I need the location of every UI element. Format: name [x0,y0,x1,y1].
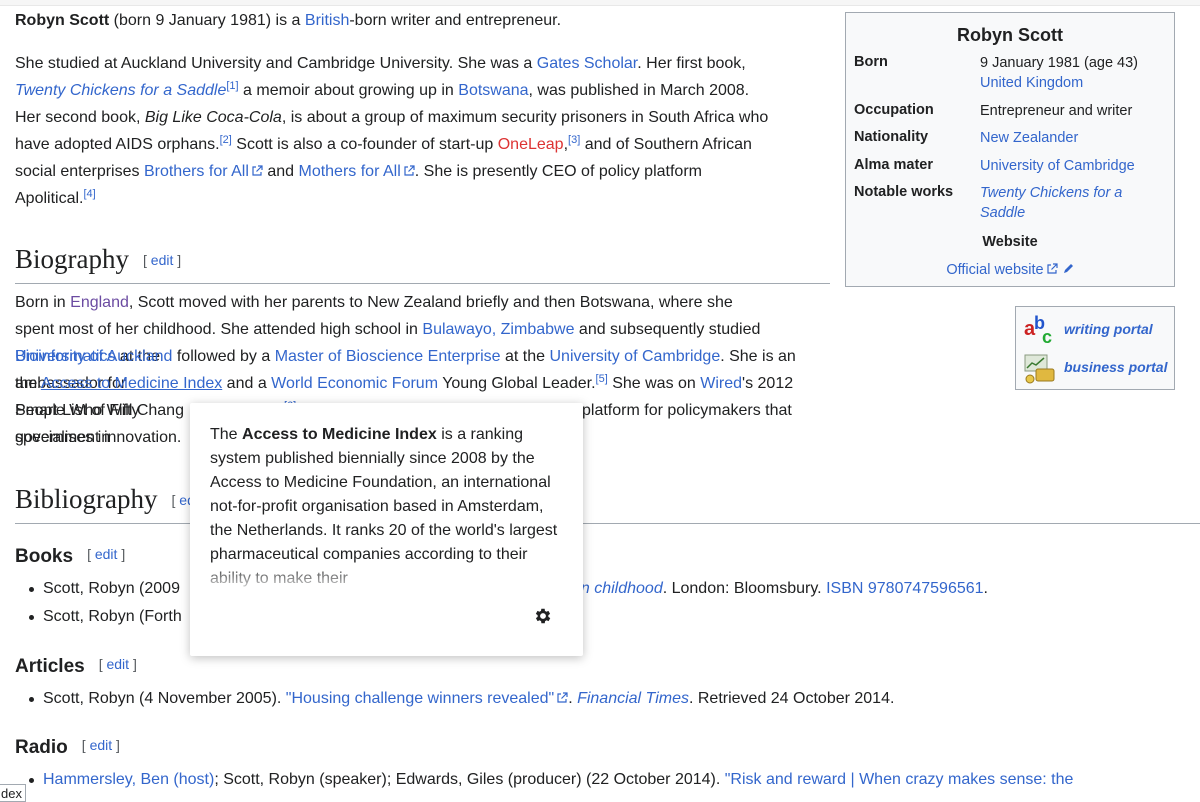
book-title-big-like-coca-cola: Big Like Coca-Cola [144,109,282,126]
link-botswana[interactable]: Botswana [458,82,528,99]
infobox-website-label: Website [982,234,1038,250]
isbn-link[interactable]: ISBN 9780747596561 [826,580,983,597]
link-risk-and-reward[interactable]: "Risk and reward | When crazy makes sens… [725,771,1074,788]
ref-4[interactable]: [4] [83,188,95,200]
subject-name: Robyn Scott [15,12,110,29]
link-housing-challenge[interactable]: "Housing challenge winners revealed" [286,690,568,707]
link-preview-popup[interactable]: The Access to Medicine Index is a rankin… [190,403,583,656]
list-item: Scott, Robyn (4 November 2005). "Housing… [27,685,894,713]
link-financial-times[interactable]: Financial Times [577,690,689,707]
link-oneleap[interactable]: OneLeap [498,136,564,153]
link-notable-work[interactable]: Twenty Chickens for a Saddle [980,183,1170,223]
radio-list: Hammersley, Ben (host); Scott, Robyn (sp… [27,766,1073,794]
link-official-website[interactable]: Official website [946,262,1058,278]
ref-1[interactable]: [1] [226,80,238,92]
link-mothers-for-all[interactable]: Mothers for All [298,163,415,180]
portal-writing[interactable]: a b c writing portal [1022,313,1172,347]
link-world-economic-forum[interactable]: World Economic Forum [271,375,438,392]
heading-biography: Biography[ edit ] [15,242,830,284]
intro-paragraph-1: Robyn Scott (born 9 January 1981) is a B… [15,12,562,29]
link-hammersley[interactable]: Hammersley, Ben (host) [43,771,214,788]
business-chart-icon [1024,354,1055,384]
link-new-zealander[interactable]: New Zealander [980,128,1170,148]
popup-fade [190,563,583,595]
link-brothers-for-all[interactable]: Brothers for All [144,163,263,180]
portal-business[interactable]: business portal [1022,351,1172,385]
heading-radio: Radio[ edit ] [15,737,120,758]
edit-biography-link[interactable]: edit [151,252,174,268]
link-university-of-auckland[interactable]: University of Auckland [15,348,172,365]
link-united-kingdom[interactable]: United Kingdom [980,75,1083,91]
list-item: Hammersley, Ben (host); Scott, Robyn (sp… [27,766,1073,794]
link-england[interactable]: England [70,294,129,311]
link-book-twenty-chickens[interactable]: Twenty Chickens for a Saddle [15,82,226,99]
svg-text:c: c [1042,327,1052,347]
infobox: Robyn Scott Born 9 January 1981 (age 43)… [845,12,1175,287]
external-link-icon [1047,263,1058,274]
link-alma-mater-cambridge[interactable]: University of Cambridge [980,156,1170,176]
link-british[interactable]: British [305,12,349,29]
abc-writing-icon: a b c [1024,313,1052,347]
side-tooltip: dex [0,784,26,802]
link-access-to-medicine-index[interactable]: Access to Medicine Index [41,375,222,392]
top-scroll-edge [0,0,1200,6]
external-link-icon [404,165,415,176]
heading-books: Books[ edit ] [15,546,126,567]
heading-articles: Articles[ edit ] [15,656,137,677]
link-university-of-cambridge[interactable]: University of Cambridge [549,348,720,365]
portal-box: a b c writing portal business portal [1015,306,1175,390]
ref-5[interactable]: [5] [596,373,608,385]
link-wired[interactable]: Wired [700,375,742,392]
external-link-icon [557,692,568,703]
link-gates-scholar[interactable]: Gates Scholar [537,55,638,72]
articles-list: Scott, Robyn (4 November 2005). "Housing… [27,685,894,713]
edit-articles-link[interactable]: edit [106,656,129,672]
link-bulawayo-zimbabwe[interactable]: Bulawayo, Zimbabwe [422,321,574,338]
edit-radio-link[interactable]: edit [90,737,113,753]
link-master-of-bioscience-enterprise[interactable]: Master of Bioscience Enterprise [275,348,501,365]
ref-3[interactable]: [3] [568,134,580,146]
edit-books-link[interactable]: edit [95,546,118,562]
gear-icon[interactable] [533,606,553,626]
pencil-edit-icon[interactable] [1062,263,1074,275]
infobox-website-row: Official website [846,262,1174,278]
ref-2[interactable]: [2] [220,134,232,146]
external-link-icon [252,165,263,176]
infobox-title: Robyn Scott [957,25,1063,45]
